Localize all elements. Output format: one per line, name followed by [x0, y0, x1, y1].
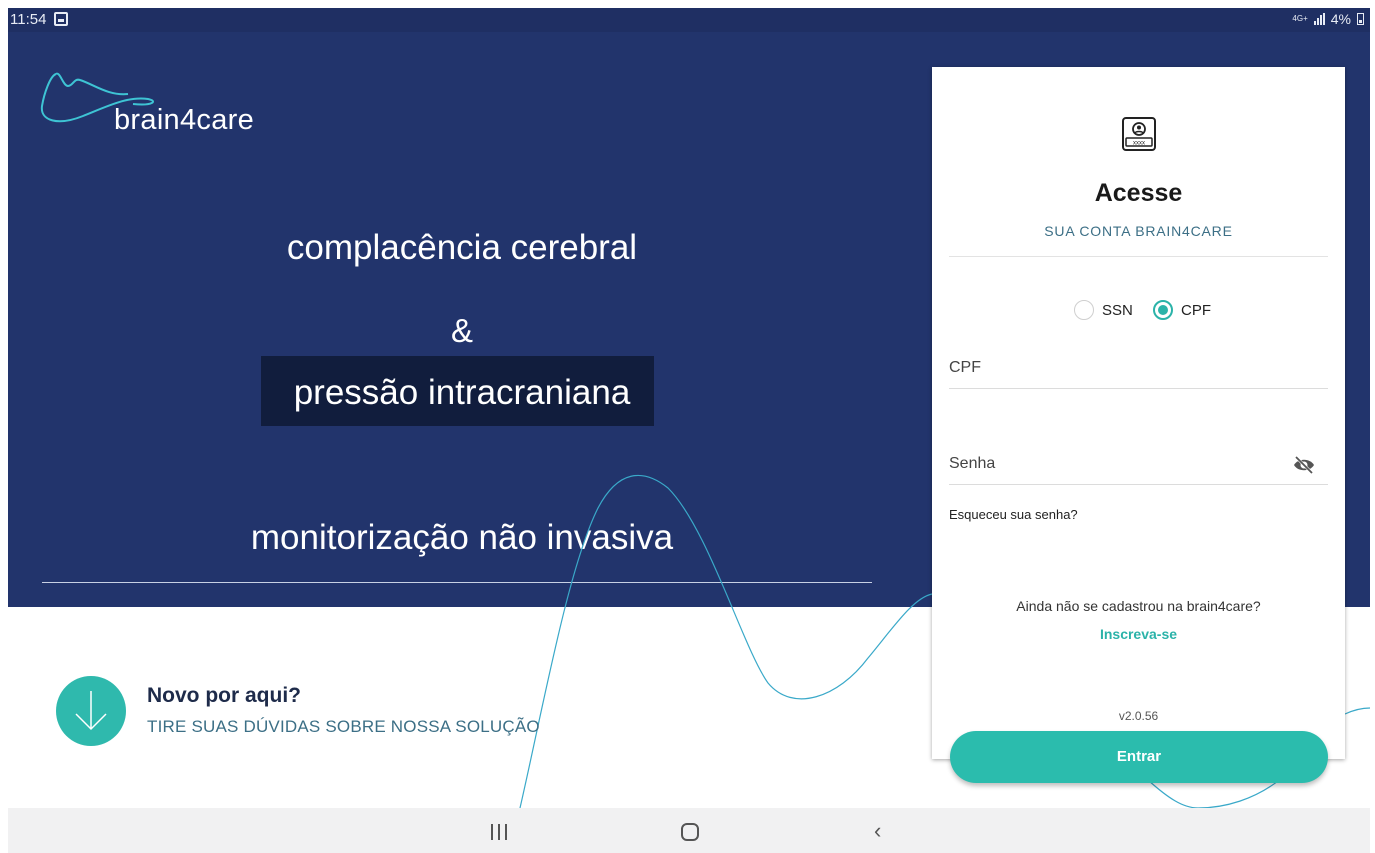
login-title: Acesse	[1094, 179, 1183, 207]
radio-ssn-indicator[interactable]	[1074, 300, 1094, 320]
hero-divider	[42, 582, 872, 583]
svg-text:xxxx: xxxx	[1133, 141, 1145, 147]
card-separator	[949, 256, 1328, 257]
login-subtitle: SUA CONTA BRAIN4CARE	[1044, 223, 1233, 239]
id-card-icon: xxxx	[1122, 117, 1156, 151]
notification-icon	[54, 12, 68, 26]
cpf-input[interactable]	[949, 359, 1328, 377]
faq-subtitle[interactable]: TIRE SUAS DÚVIDAS SOBRE NOSSA SOLUÇÃO	[147, 717, 540, 737]
faq-title[interactable]: Novo por aqui?	[147, 684, 301, 708]
password-input[interactable]	[949, 455, 1328, 473]
back-icon[interactable]: ‹	[874, 818, 881, 844]
headline-pressure: pressão intracraniana	[293, 373, 631, 412]
radio-cpf-label: CPF	[1181, 301, 1211, 319]
headline-ampersand: &	[450, 312, 473, 349]
arrow-down-icon	[75, 691, 107, 731]
signup-question: Ainda não se cadastrou na brain4care?	[1016, 598, 1261, 614]
network-type: 4G+	[1292, 14, 1308, 23]
status-time: 11:54	[10, 11, 47, 28]
battery-level: 4%	[1330, 11, 1351, 27]
app-version: v2.0.56	[1118, 709, 1159, 723]
password-field[interactable]	[949, 455, 1328, 485]
headline-compliance: complacência cerebral	[286, 228, 638, 267]
brand-name: brain4care	[114, 104, 255, 136]
status-right: 4G+ 4%	[1292, 11, 1364, 27]
radio-ssn[interactable]: SSN	[1074, 300, 1133, 320]
brand-logo[interactable]: brain4care	[38, 66, 288, 136]
headline-monitoring: monitorização não invasiva	[250, 518, 674, 557]
battery-icon	[1357, 13, 1364, 25]
forgot-password-link[interactable]: Esqueceu sua senha?	[949, 507, 1078, 522]
status-bar: 11:54 4G+ 4%	[8, 8, 1370, 32]
radio-ssn-label: SSN	[1102, 301, 1133, 319]
eye-off-icon[interactable]	[1292, 455, 1316, 475]
radio-cpf-indicator[interactable]	[1153, 300, 1173, 320]
recent-apps-icon[interactable]	[491, 824, 507, 840]
app-screen: 11:54 4G+ 4% brain4care complacência cer…	[8, 8, 1370, 853]
signup-link[interactable]: Inscreva-se	[932, 626, 1345, 642]
signal-icon	[1313, 13, 1325, 25]
faq-button[interactable]	[56, 676, 126, 746]
home-icon[interactable]	[681, 823, 699, 841]
login-button[interactable]: Entrar	[950, 731, 1328, 783]
login-card: xxxx Acesse SUA CONTA BRAIN4CARE SSN CPF…	[932, 67, 1345, 759]
navigation-bar: ‹	[8, 808, 1370, 853]
radio-cpf[interactable]: CPF	[1153, 300, 1211, 320]
cpf-field[interactable]	[949, 359, 1328, 389]
